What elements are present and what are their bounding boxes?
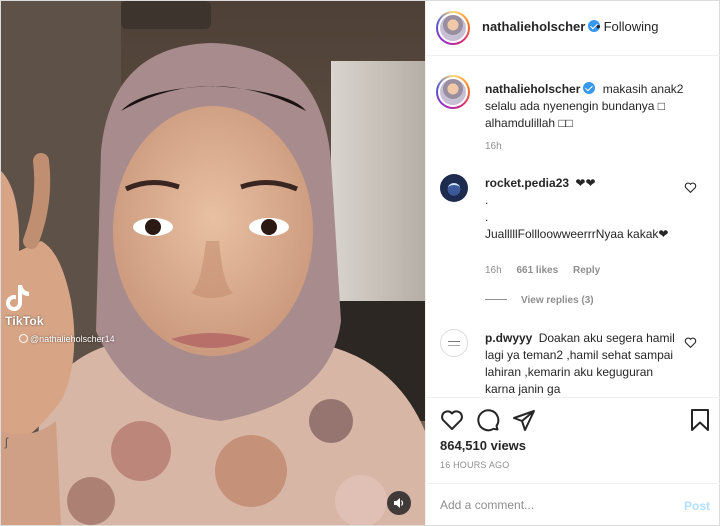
bookmark-icon[interactable] [688, 408, 712, 432]
comment-timestamp[interactable]: 16h [485, 265, 502, 276]
tiktok-handle-text: @nathalieholscher14 [30, 334, 115, 344]
caption-timestamp[interactable]: 16h [485, 141, 502, 152]
commenter-avatar[interactable] [440, 329, 468, 357]
verified-badge-icon [583, 82, 596, 94]
comments-section[interactable]: nathalieholscher makasih anak2 selalu ad… [426, 57, 720, 397]
comment-text: rocket.pedia23 ❤❤ . . JualllllFollloowwe… [485, 175, 685, 243]
caption-text: nathalieholscher makasih anak2 selalu ad… [485, 81, 713, 132]
add-comment-bar: Post [426, 483, 720, 525]
caption-avatar[interactable] [436, 75, 470, 109]
commenter-username[interactable]: rocket.pedia23 [485, 176, 569, 190]
post-timestamp[interactable]: 16 HOURS AGO [440, 460, 509, 470]
comment-likes[interactable]: 661 likes [516, 265, 558, 276]
like-comment-heart-icon[interactable] [684, 336, 697, 349]
heart-icon[interactable] [440, 408, 464, 432]
comment-meta: 16h 661 likes Reply [485, 265, 612, 276]
comment-text: p.dwyyy Doakan aku segera hamil lagi ya … [485, 330, 685, 397]
tiktok-brand-text: TikTok [5, 314, 44, 328]
tiktok-avatar-dot [19, 334, 28, 343]
reply-button[interactable]: Reply [573, 265, 600, 276]
post-comment-button[interactable]: Post [684, 499, 710, 513]
post-header: nathalieholscher • Following [426, 1, 720, 56]
post-details-panel: nathalieholscher • Following nathaliehols… [425, 1, 720, 525]
sound-toggle-button[interactable] [387, 491, 411, 515]
following-button[interactable]: Following [604, 19, 659, 34]
video-frame-illustration: ʃ [1, 1, 425, 525]
separator-dot: • [596, 19, 601, 34]
post-actions: 864,510 views 16 HOURS AGO [426, 397, 720, 483]
speaker-icon [394, 498, 404, 508]
tiktok-logo-icon [6, 285, 29, 312]
commenter-username[interactable]: p.dwyyy [485, 331, 532, 345]
replies-divider [485, 299, 507, 300]
video-player[interactable]: ʃ TikTok @nathalieholscher14 [1, 1, 425, 525]
commenter-avatar[interactable] [440, 174, 468, 202]
author-avatar[interactable] [436, 11, 470, 45]
view-count[interactable]: 864,510 views [440, 438, 526, 453]
share-icon[interactable] [512, 408, 536, 432]
author-username[interactable]: nathalieholscher [482, 19, 601, 34]
view-replies-button[interactable]: View replies (3) [485, 295, 594, 306]
tiktok-handle: @nathalieholscher14 [19, 334, 115, 344]
comment-icon[interactable] [476, 408, 500, 432]
caption-username[interactable]: nathalieholscher [485, 82, 596, 96]
follow-status: • Following [596, 19, 658, 34]
comment-input[interactable] [440, 494, 660, 516]
view-replies-label: View replies (3) [521, 295, 594, 306]
like-comment-heart-icon[interactable] [684, 181, 697, 194]
